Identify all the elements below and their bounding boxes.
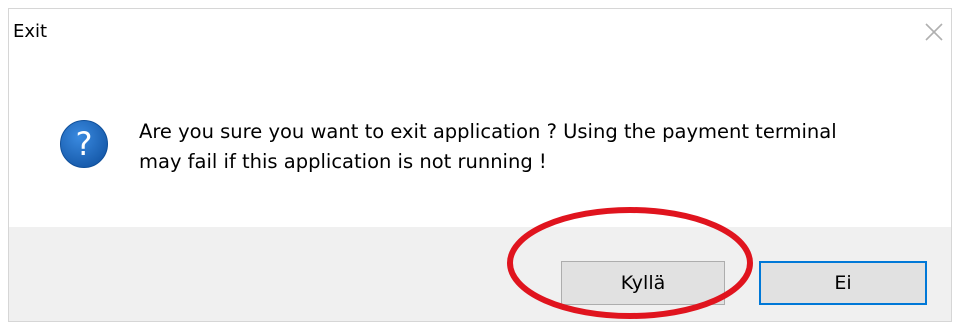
message-line-2: may fail if this application is not runn… (139, 150, 547, 173)
button-bar: Kyllä Ei (9, 227, 951, 321)
no-button[interactable]: Ei (759, 261, 927, 305)
message-line-1: Are you sure you want to exit applicatio… (139, 120, 837, 143)
yes-button-label: Kyllä (620, 272, 666, 294)
window-title: Exit (13, 21, 48, 42)
svg-text:?: ? (76, 125, 93, 163)
title-bar: Exit (9, 9, 951, 57)
exit-dialog: Exit ? Are you sure you want to exit app… (8, 8, 952, 322)
dialog-content: ? Are you sure you want to exit applicat… (9, 57, 951, 227)
yes-button[interactable]: Kyllä (561, 261, 725, 305)
no-button-label: Ei (834, 272, 852, 294)
close-icon (925, 23, 943, 41)
close-button[interactable] (921, 19, 947, 45)
question-icon: ? (60, 120, 108, 168)
dialog-message: Are you sure you want to exit applicatio… (139, 117, 929, 177)
